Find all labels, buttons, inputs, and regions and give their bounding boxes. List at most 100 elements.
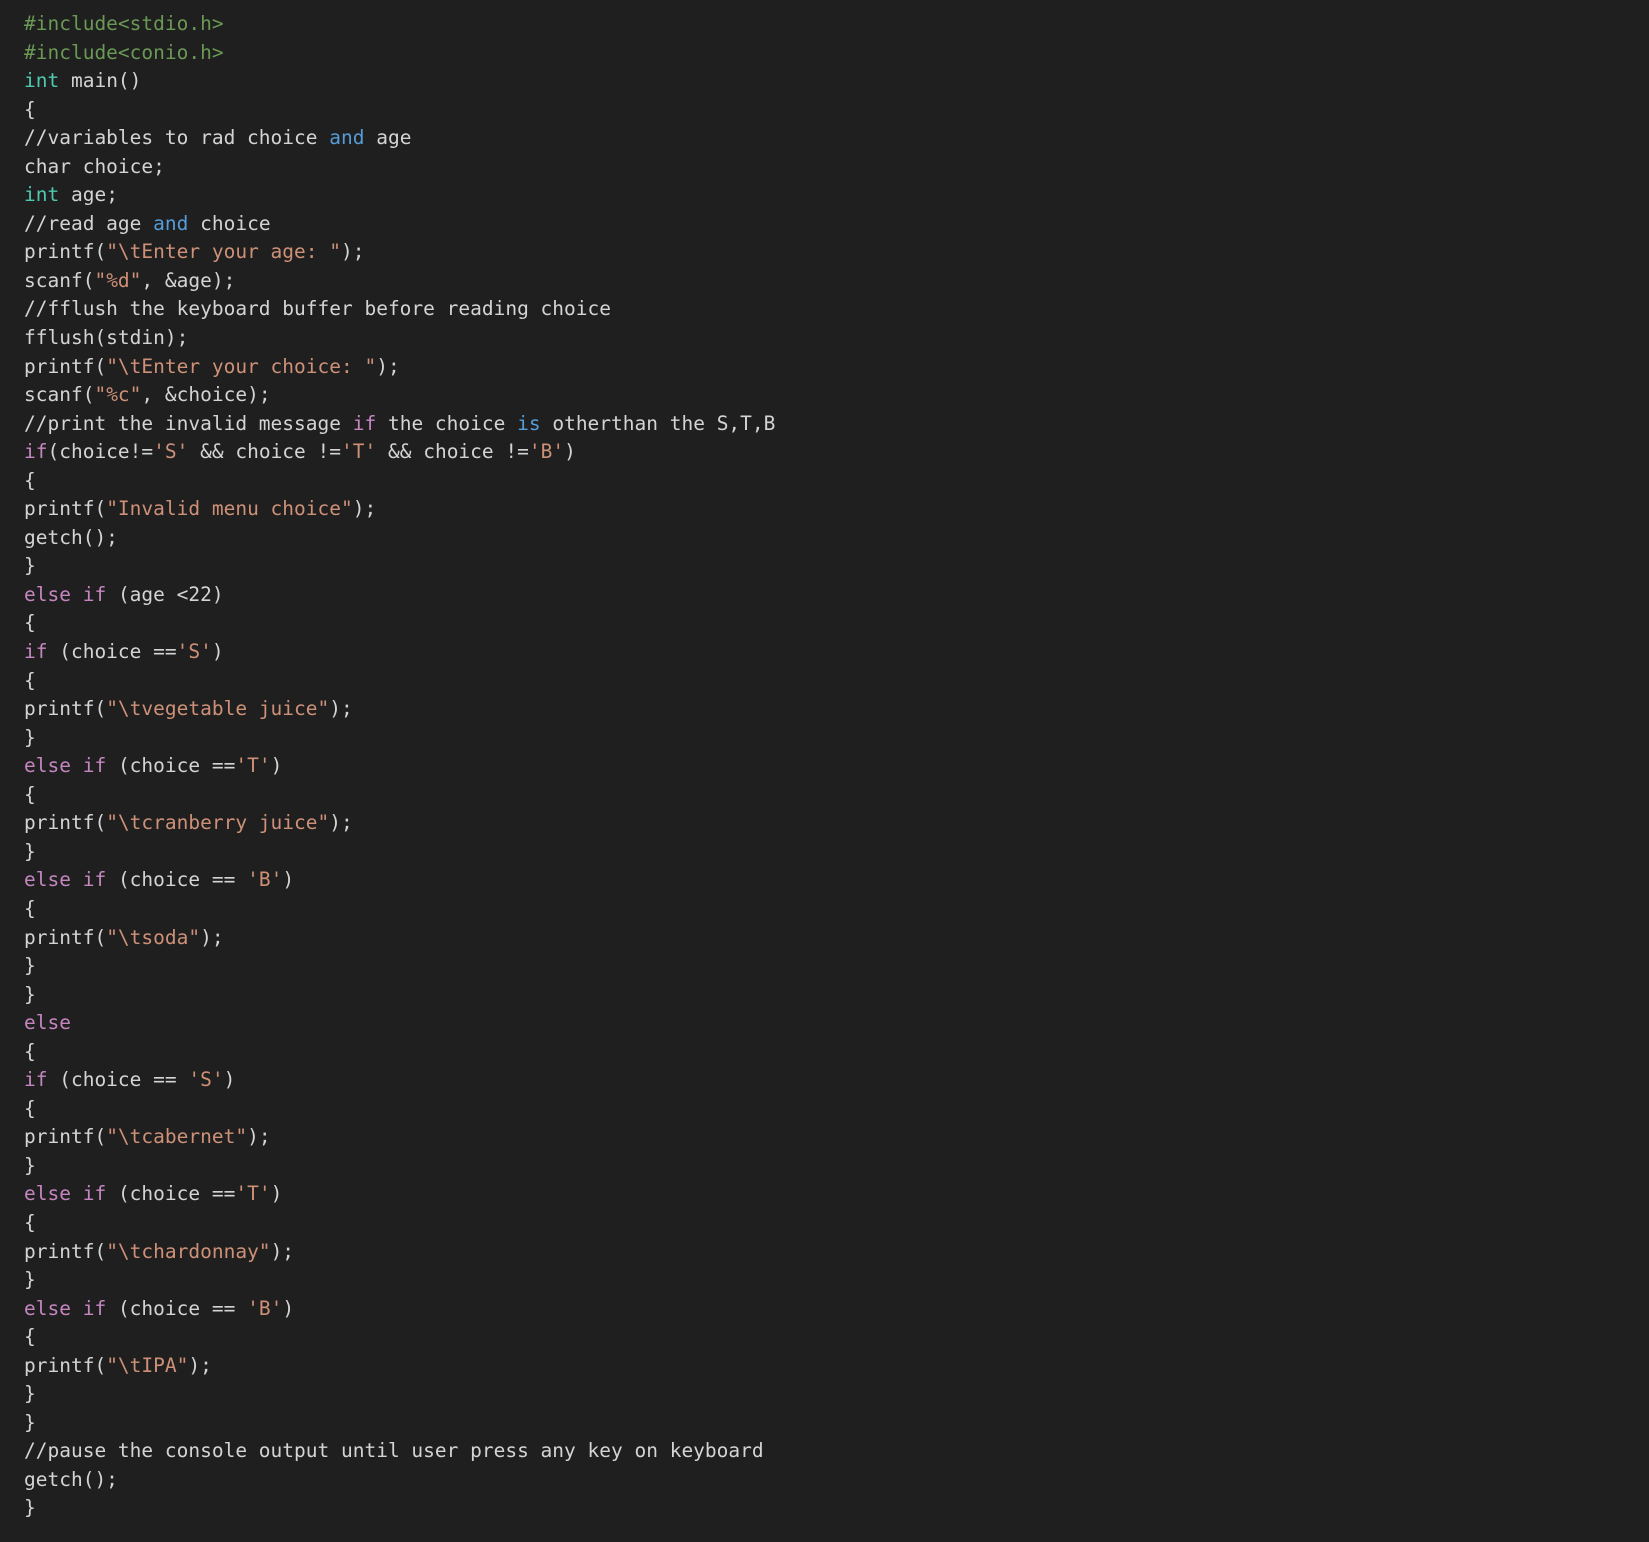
code-token-string: "%d": [94, 268, 142, 292]
code-token-plain: getch();: [24, 525, 118, 549]
code-line: fflush(stdin);: [24, 324, 775, 353]
code-token-plain: fflush(stdin);: [24, 326, 189, 350]
code-token-plain: ): [270, 1182, 283, 1206]
code-line: //read age and choice: [24, 210, 775, 239]
code-token-plain: printf(: [24, 354, 107, 378]
code-token-plain: }: [24, 1496, 36, 1520]
code-token-string: 'T': [235, 1182, 271, 1206]
code-token-string: 'B': [247, 1296, 283, 1320]
code-token-plain: ): [270, 754, 283, 778]
code-line: //fflush the keyboard buffer before read…: [24, 295, 775, 324]
code-token-plain: (choice!=: [47, 440, 154, 464]
code-line: }: [24, 552, 775, 581]
code-token-plain: }: [24, 954, 36, 978]
code-token-keyword: if: [24, 1068, 48, 1092]
code-token-plain: (choice ==: [106, 754, 236, 778]
code-line: printf("\tIPA");: [24, 1352, 775, 1381]
code-token-plain: main(): [59, 69, 142, 93]
code-token-keyword: else: [24, 582, 71, 606]
code-line: {: [24, 1038, 775, 1067]
code-token-string: 'S': [176, 640, 212, 664]
code-line: {: [24, 1209, 775, 1238]
code-line: #include<conio.h>: [24, 39, 775, 68]
code-token-plain: scanf(: [24, 268, 95, 292]
code-line: else if (choice == 'B'): [24, 1295, 775, 1324]
code-token-plain: ): [282, 1296, 295, 1320]
code-token-type: int: [24, 183, 60, 207]
code-token-keyword: if: [82, 582, 107, 606]
code-token-plain: && choice !=: [376, 440, 529, 464]
code-line: }: [24, 1494, 775, 1523]
code-token-plain: , &choice);: [141, 383, 271, 407]
code-token-string: "Invalid menu choice": [106, 497, 353, 521]
code-token-plain: choice: [188, 211, 271, 235]
code-token-operator-word: and: [329, 126, 365, 150]
code-token-plain: getch();: [24, 1467, 118, 1491]
code-line: }: [24, 1152, 775, 1181]
code-token-keyword: else: [24, 1011, 71, 1035]
code-token-keyword: if: [82, 1182, 107, 1206]
code-line: }: [24, 1266, 775, 1295]
code-token-plain: printf(: [24, 1353, 107, 1377]
code-token-plain: {: [24, 1096, 36, 1120]
code-token-plain: {: [24, 611, 36, 635]
code-line: if (choice =='S'): [24, 638, 775, 667]
code-line: int age;: [24, 181, 775, 210]
code-token-plain: scanf(: [24, 383, 95, 407]
code-line: int main(): [24, 67, 775, 96]
code-token-string: "\tEnter your choice: ": [106, 354, 377, 378]
code-token-plain: {: [24, 782, 36, 806]
code-token-plain: //variables to rad choice: [24, 126, 330, 150]
code-token-plain: age;: [59, 183, 118, 207]
code-token-string: 'B': [528, 440, 565, 464]
code-token-string: "\tvegetable juice": [106, 697, 330, 721]
code-line: {: [24, 609, 775, 638]
code-line: printf("\tEnter your age: ");: [24, 238, 775, 267]
code-token-plain: }: [24, 1268, 36, 1292]
code-token-plain: {: [24, 896, 36, 920]
code-line: //variables to rad choice and age: [24, 124, 775, 153]
code-token-plain: }: [24, 554, 36, 578]
code-line: char choice;: [24, 153, 775, 182]
code-token-keyword: if: [24, 640, 48, 664]
code-token-preproc: #include<stdio.h>: [24, 12, 224, 35]
code-token-keyword: if: [82, 1296, 107, 1320]
code-token-plain: otherthan the S,T,B: [540, 411, 776, 435]
code-line: printf("\tcranberry juice");: [24, 809, 775, 838]
code-line: }: [24, 981, 775, 1010]
code-token-plain: );: [200, 925, 224, 949]
code-token-keyword: if: [82, 868, 107, 892]
code-token-operator-word: is: [517, 411, 541, 435]
code-token-plain: {: [24, 1039, 36, 1063]
code-token-plain: }: [24, 1410, 36, 1434]
code-token-plain: );: [376, 354, 400, 378]
code-token-keyword: else: [24, 754, 71, 778]
code-text-area[interactable]: #include<stdio.h> #include<conio.h> int ma…: [24, 10, 775, 1523]
code-line: }: [24, 1409, 775, 1438]
code-token-plain: ): [211, 640, 224, 664]
code-line: {: [24, 667, 775, 696]
code-token-plain: );: [341, 240, 365, 264]
code-token-plain: //fflush the keyboard buffer before read…: [24, 297, 611, 321]
code-token-plain: }: [24, 1382, 36, 1406]
code-line: else if (choice =='T'): [24, 752, 775, 781]
code-token-plain: //print the invalid message: [24, 411, 353, 435]
code-token-plain: );: [247, 1125, 271, 1149]
code-token-plain: && choice !=: [188, 440, 342, 464]
code-token-plain: );: [270, 1239, 295, 1263]
code-token-keyword: if: [24, 440, 48, 464]
code-token-plain: (age <22): [106, 582, 224, 606]
code-token-plain: //pause the console output until user pr…: [24, 1439, 764, 1463]
code-token-plain: }: [24, 839, 36, 863]
code-token-string: "\tIPA": [106, 1353, 189, 1377]
code-token-string: "%c": [94, 383, 142, 407]
code-line: }: [24, 724, 775, 753]
code-token-keyword: else: [24, 1296, 71, 1320]
code-token-keyword: if: [352, 411, 377, 435]
code-editor[interactable]: #include<stdio.h> #include<conio.h> int ma…: [0, 0, 1649, 1542]
code-token-string: 'S': [153, 440, 189, 464]
